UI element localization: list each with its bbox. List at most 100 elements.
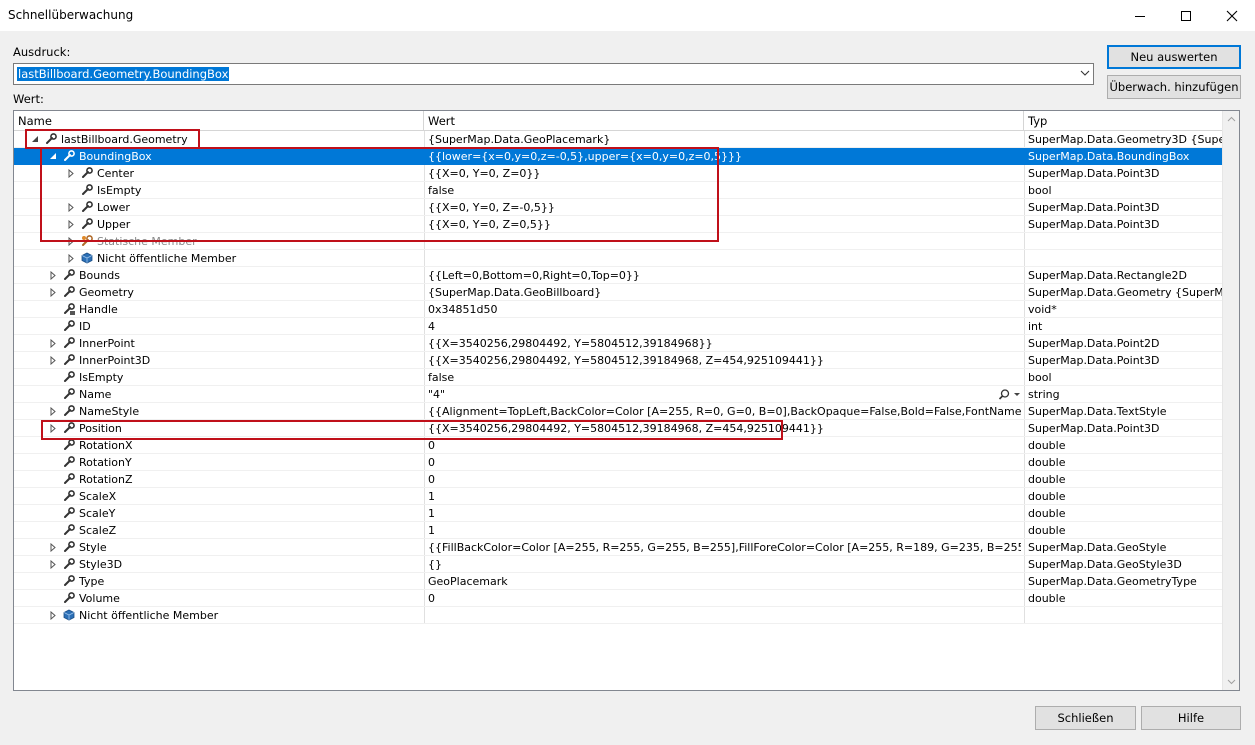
value-cell[interactable]: {{X=0, Y=0, Z=-0,5}} <box>428 199 1021 216</box>
table-row[interactable]: InnerPoint3D {{X=3540256,29804492, Y=5804… <box>14 352 1223 369</box>
value-cell[interactable]: {{X=3540256,29804492, Y=5804512,39184968… <box>428 352 1021 369</box>
table-row[interactable]: NameStyle {{Alignment=TopLeft,BackColor=C… <box>14 403 1223 420</box>
value-cell[interactable]: {{FillBackColor=Color [A=255, R=255, G=2… <box>428 539 1021 556</box>
table-row[interactable]: Name "4" string <box>14 386 1223 403</box>
table-row[interactable]: Geometry {SuperMap.Data.GeoBillboard} Supe… <box>14 284 1223 301</box>
chevron-down-icon[interactable] <box>1080 69 1090 77</box>
collapsed-triangle-icon[interactable] <box>49 356 57 365</box>
scroll-down-icon[interactable] <box>1223 673 1240 690</box>
column-header-name[interactable]: Name <box>14 111 424 131</box>
column-header-value[interactable]: Wert <box>424 111 1024 131</box>
table-row[interactable]: ScaleY 1 double <box>14 505 1223 522</box>
value-cell[interactable]: 0 <box>428 471 1021 488</box>
table-row[interactable]: ScaleX 1 double <box>14 488 1223 505</box>
row-name: Lower <box>97 201 130 214</box>
value-cell[interactable] <box>428 233 1021 250</box>
type-cell: SuperMap.Data.GeoStyle <box>1028 541 1167 554</box>
close-window-button[interactable] <box>1209 0 1255 31</box>
value-cell[interactable]: 0 <box>428 437 1021 454</box>
collapsed-triangle-icon[interactable] <box>67 220 75 229</box>
value-cell[interactable]: 0 <box>428 590 1021 607</box>
value-cell[interactable]: 1 <box>428 522 1021 539</box>
vertical-scrollbar[interactable] <box>1222 111 1239 690</box>
collapsed-triangle-icon[interactable] <box>67 203 75 212</box>
value-cell[interactable]: false <box>428 369 1021 386</box>
column-header-type[interactable]: Typ <box>1024 111 1223 131</box>
collapsed-triangle-icon[interactable] <box>49 424 57 433</box>
table-row[interactable]: Type GeoPlacemark SuperMap.Data.GeometryTy… <box>14 573 1223 590</box>
add-watch-button[interactable]: Überwach. hinzufügen <box>1107 75 1241 99</box>
table-row[interactable]: Style {{FillBackColor=Color [A=255, R=255… <box>14 539 1223 556</box>
value-cell[interactable]: {{X=3540256,29804492, Y=5804512,39184968… <box>428 420 1021 437</box>
collapsed-triangle-icon[interactable] <box>49 407 57 416</box>
value-cell[interactable] <box>428 607 1021 624</box>
reevaluate-button[interactable]: Neu auswerten <box>1107 45 1241 69</box>
value-cell[interactable]: false <box>428 182 1021 199</box>
table-row[interactable]: Statische Member <box>14 233 1223 250</box>
table-row[interactable]: Center {{X=0, Y=0, Z=0}} SuperMap.Data.Poi… <box>14 165 1223 182</box>
value-cell[interactable]: 4 <box>428 318 1021 335</box>
table-row[interactable]: Handle 0x34851d50 void* <box>14 301 1223 318</box>
help-button[interactable]: Hilfe <box>1141 706 1241 730</box>
collapsed-triangle-icon[interactable] <box>49 288 57 297</box>
table-row[interactable]: Bounds {{Left=0,Bottom=0,Right=0,Top=0}} S… <box>14 267 1223 284</box>
row-name: InnerPoint3D <box>79 354 151 367</box>
collapsed-triangle-icon[interactable] <box>49 560 57 569</box>
table-row[interactable]: Style3D {} SuperMap.Data.GeoStyle3D <box>14 556 1223 573</box>
collapsed-triangle-icon[interactable] <box>67 254 75 263</box>
table-row[interactable]: IsEmpty false bool <box>14 369 1223 386</box>
minimize-button[interactable] <box>1117 0 1163 31</box>
value-cell[interactable]: 0 <box>428 454 1021 471</box>
value-cell[interactable]: {{Alignment=TopLeft,BackColor=Color [A=2… <box>428 403 1021 420</box>
value-cell[interactable]: "4" <box>428 386 1021 403</box>
table-row[interactable]: RotationZ 0 double <box>14 471 1223 488</box>
table-row[interactable]: ID 4 int <box>14 318 1223 335</box>
table-row[interactable]: BoundingBox {{lower={x=0,y=0,z=-0,5},uppe… <box>14 148 1223 165</box>
row-name: Nicht öffentliche Member <box>97 252 237 265</box>
value-cell[interactable]: {{X=0, Y=0, Z=0,5}} <box>428 216 1021 233</box>
collapsed-triangle-icon[interactable] <box>67 237 75 246</box>
value-cell[interactable]: {{X=0, Y=0, Z=0}} <box>428 165 1021 182</box>
table-row[interactable]: Upper {{X=0, Y=0, Z=0,5}} SuperMap.Data.Po… <box>14 216 1223 233</box>
collapsed-triangle-icon[interactable] <box>49 611 57 620</box>
value-cell[interactable]: {{X=3540256,29804492, Y=5804512,39184968… <box>428 335 1021 352</box>
table-row[interactable]: lastBillboard.Geometry {SuperMap.Data.Geo… <box>14 131 1223 148</box>
scroll-up-icon[interactable] <box>1223 111 1240 128</box>
expression-input[interactable]: lastBillboard.Geometry.BoundingBox <box>17 67 230 81</box>
table-row[interactable]: RotationY 0 double <box>14 454 1223 471</box>
collapsed-triangle-icon[interactable] <box>49 271 57 280</box>
table-row[interactable]: InnerPoint {{X=3540256,29804492, Y=580451… <box>14 335 1223 352</box>
value-cell[interactable] <box>428 250 1021 267</box>
row-name: ScaleZ <box>79 524 117 537</box>
table-row[interactable]: Nicht öffentliche Member <box>14 250 1223 267</box>
expanded-triangle-icon[interactable] <box>31 135 39 144</box>
table-row[interactable]: IsEmpty false bool <box>14 182 1223 199</box>
value-cell[interactable]: {{lower={x=0,y=0,z=-0,5},upper={x=0,y=0,… <box>428 148 1021 165</box>
type-cell: double <box>1028 473 1066 486</box>
value-cell[interactable]: 1 <box>428 488 1021 505</box>
collapsed-triangle-icon[interactable] <box>49 339 57 348</box>
value-cell[interactable]: 0x34851d50 <box>428 301 1021 318</box>
table-row[interactable]: Lower {{X=0, Y=0, Z=-0,5}} SuperMap.Data.P… <box>14 199 1223 216</box>
expanded-triangle-icon[interactable] <box>49 152 57 161</box>
row-name: IsEmpty <box>97 184 142 197</box>
table-row[interactable]: RotationX 0 double <box>14 437 1223 454</box>
collapsed-triangle-icon[interactable] <box>49 543 57 552</box>
value-cell[interactable]: {{Left=0,Bottom=0,Right=0,Top=0}} <box>428 267 1021 284</box>
collapsed-triangle-icon[interactable] <box>67 169 75 178</box>
table-row[interactable]: Nicht öffentliche Member <box>14 607 1223 624</box>
value-cell[interactable]: 1 <box>428 505 1021 522</box>
magnifier-icon[interactable] <box>998 388 1022 402</box>
value-cell[interactable]: {SuperMap.Data.GeoPlacemark} <box>428 131 1021 148</box>
value-cell[interactable]: GeoPlacemark <box>428 573 1021 590</box>
table-row[interactable]: Position {{X=3540256,29804492, Y=5804512,… <box>14 420 1223 437</box>
expression-combobox[interactable]: lastBillboard.Geometry.BoundingBox <box>13 63 1094 85</box>
maximize-button[interactable] <box>1163 0 1209 31</box>
close-button[interactable]: Schließen <box>1035 706 1136 730</box>
table-row[interactable]: ScaleZ 1 double <box>14 522 1223 539</box>
value-cell[interactable]: {} <box>428 556 1021 573</box>
name-cell: Geometry <box>14 284 424 301</box>
value-cell[interactable]: {SuperMap.Data.GeoBillboard} <box>428 284 1021 301</box>
row-name: Nicht öffentliche Member <box>79 609 219 622</box>
table-row[interactable]: Volume 0 double <box>14 590 1223 607</box>
